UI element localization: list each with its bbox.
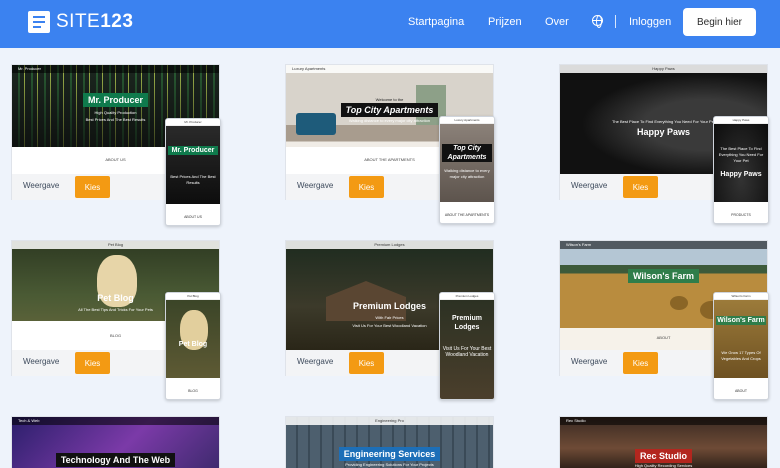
template-hero-subtitle: Providing Engineering Solutions For Your… (345, 462, 434, 467)
logo-icon (28, 11, 50, 33)
nav-about[interactable]: Over (545, 16, 569, 28)
view-link[interactable]: Weergave (23, 357, 59, 366)
choose-button[interactable]: Kies (75, 176, 110, 198)
mobile-hero-subtitle: The Best Place To Find Everything You Ne… (718, 146, 764, 163)
top-navigation-bar: SITE123 Startpagina Prijzen Over Inlogge… (0, 0, 780, 48)
template-brand: Pet Blog (107, 242, 124, 247)
template-brand: Engineering Pro (375, 418, 404, 423)
mobile-hero-subtitle: Visit Us For Your Best Woodland Vacation (442, 346, 492, 358)
template-hero-subtitle: High Quality Recording Services (634, 463, 693, 468)
mobile-section-label: PRODUCTS (731, 213, 751, 217)
mobile-hero-subtitle: We Grow 17 Types Of Vegetables And Crops (721, 350, 761, 361)
mobile-preview: Luxury Apartments Top City Apartments Wa… (439, 116, 495, 224)
template-hero-title: Technology And The Web (12, 453, 219, 467)
mobile-hero-subtitle: Best Prices And The Best Results (170, 174, 216, 185)
template-card-rec-studio: Rec Studio Rec Studio High Quality Recor… (559, 416, 768, 468)
mobile-hero-subtitle: Walking distance to every major city att… (444, 168, 490, 179)
template-preview[interactable]: Engineering Pro Engineering Services Pro… (286, 417, 493, 468)
choose-button[interactable]: Kies (349, 352, 384, 374)
template-hero-subtitle: High Quality Production (94, 110, 137, 115)
template-hero-title: Mr. Producer (12, 93, 219, 107)
choose-button[interactable]: Kies (623, 176, 658, 198)
template-card-technology: Tech & Web Technology And The Web (11, 416, 220, 468)
view-link[interactable]: Weergave (23, 181, 59, 190)
template-brand: Happy Paws (652, 66, 675, 71)
mobile-section-label: ABOUT US (184, 215, 202, 219)
template-preview[interactable]: Tech & Web Technology And The Web (12, 417, 219, 468)
get-started-button[interactable]: Begin hier (683, 8, 756, 36)
mobile-hero-title: Pet Blog (178, 341, 208, 348)
view-link[interactable]: Weergave (297, 357, 333, 366)
choose-button[interactable]: Kies (75, 352, 110, 374)
mobile-hero-title: Mr. Producer (168, 146, 218, 155)
template-hero-subtitle: Welcome to the (375, 97, 404, 102)
mobile-preview: Wilson's Farm Wilson's Farm We Grow 17 T… (713, 292, 769, 400)
mobile-preview: Happy Paws The Best Place To Find Everyt… (713, 116, 769, 224)
template-hero-title: Top City Apartments (286, 103, 493, 117)
login-link[interactable]: Inloggen (629, 16, 671, 28)
mobile-hero-title: Top City Apartments (442, 144, 492, 162)
template-hero-title: Wilson's Farm (560, 269, 767, 283)
template-brand: Rec Studio (566, 418, 586, 423)
logo-text: SITE123 (56, 11, 134, 32)
choose-button[interactable]: Kies (623, 352, 658, 374)
template-brand: Wilson's Farm (566, 242, 592, 247)
nav-pricing[interactable]: Prijzen (488, 16, 522, 28)
choose-button[interactable]: Kies (349, 176, 384, 198)
mobile-hero-title: Wilson's Farm (716, 316, 766, 325)
mobile-preview: Pet Blog Pet Blog BLOG (165, 292, 221, 400)
site-logo[interactable]: SITE123 (28, 10, 133, 34)
nav-divider (615, 15, 616, 28)
nav-home[interactable]: Startpagina (408, 16, 464, 28)
template-brand: Luxury Apartments (292, 66, 326, 71)
language-globe-icon[interactable] (592, 15, 603, 28)
view-link[interactable]: Weergave (297, 181, 333, 190)
template-brand: Premium Lodges (374, 242, 405, 247)
mobile-section-label: ABOUT THE APARTMENTS (444, 213, 490, 217)
mobile-preview: Mr. Producer Mr. Producer Best Prices An… (165, 118, 221, 226)
template-card-engineering: Engineering Pro Engineering Services Pro… (285, 416, 494, 468)
view-link[interactable]: Weergave (571, 181, 607, 190)
mobile-section-label: ABOUT (734, 389, 748, 393)
template-preview[interactable]: Rec Studio Rec Studio High Quality Recor… (560, 417, 767, 468)
mobile-hero-title: Happy Paws (720, 171, 762, 178)
mobile-preview: Premium Lodges Premium Lodges Visit Us F… (439, 292, 495, 400)
template-brand: Mr. Producer (18, 66, 41, 71)
template-brand: Tech & Web (18, 418, 40, 423)
template-hero-title: Engineering Services (286, 447, 493, 461)
template-hero-title: Rec Studio (560, 449, 767, 463)
view-link[interactable]: Weergave (571, 357, 607, 366)
mobile-section-label: BLOG (188, 389, 198, 393)
mobile-hero-title: Premium Lodges (452, 315, 482, 331)
